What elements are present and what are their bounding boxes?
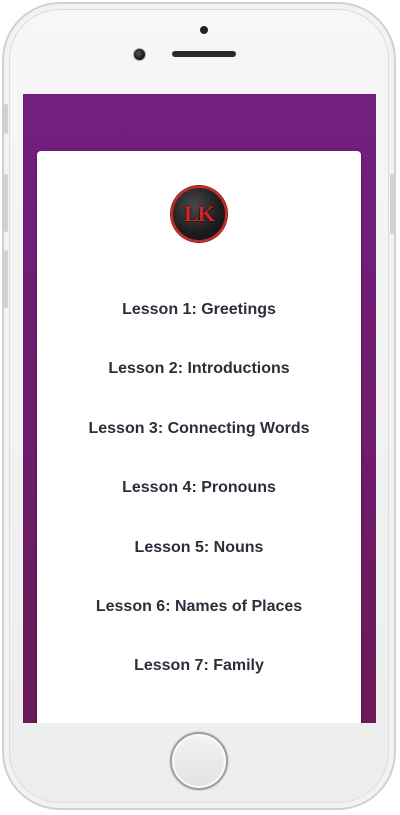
- mute-switch: [4, 104, 8, 134]
- volume-up-button: [4, 174, 8, 232]
- front-camera-icon: [133, 48, 146, 61]
- lesson-list: Lesson 1: Greetings Lesson 2: Introducti…: [37, 301, 361, 717]
- lesson-item-1[interactable]: Lesson 1: Greetings: [37, 301, 361, 360]
- lesson-item-3[interactable]: Lesson 3: Connecting Words: [37, 420, 361, 479]
- lesson-item-7[interactable]: Lesson 7: Family: [37, 657, 361, 716]
- lesson-item-4[interactable]: Lesson 4: Pronouns: [37, 479, 361, 538]
- speaker-grille: [172, 51, 236, 57]
- volume-down-button: [4, 250, 8, 308]
- lesson-item-6[interactable]: Lesson 6: Names of Places: [37, 598, 361, 657]
- lesson-item-5[interactable]: Lesson 5: Nouns: [37, 539, 361, 598]
- power-button: [390, 174, 394, 234]
- lesson-card: LK Lesson 1: Greetings Lesson 2: Introdu…: [37, 151, 361, 723]
- lesson-item-2[interactable]: Lesson 2: Introductions: [37, 360, 361, 419]
- app-logo: LK: [171, 186, 227, 242]
- app-screen: LK Lesson 1: Greetings Lesson 2: Introdu…: [23, 94, 376, 723]
- logo-text: LK: [184, 201, 215, 226]
- sensor-icon: [200, 26, 208, 34]
- home-button-icon[interactable]: [170, 732, 228, 790]
